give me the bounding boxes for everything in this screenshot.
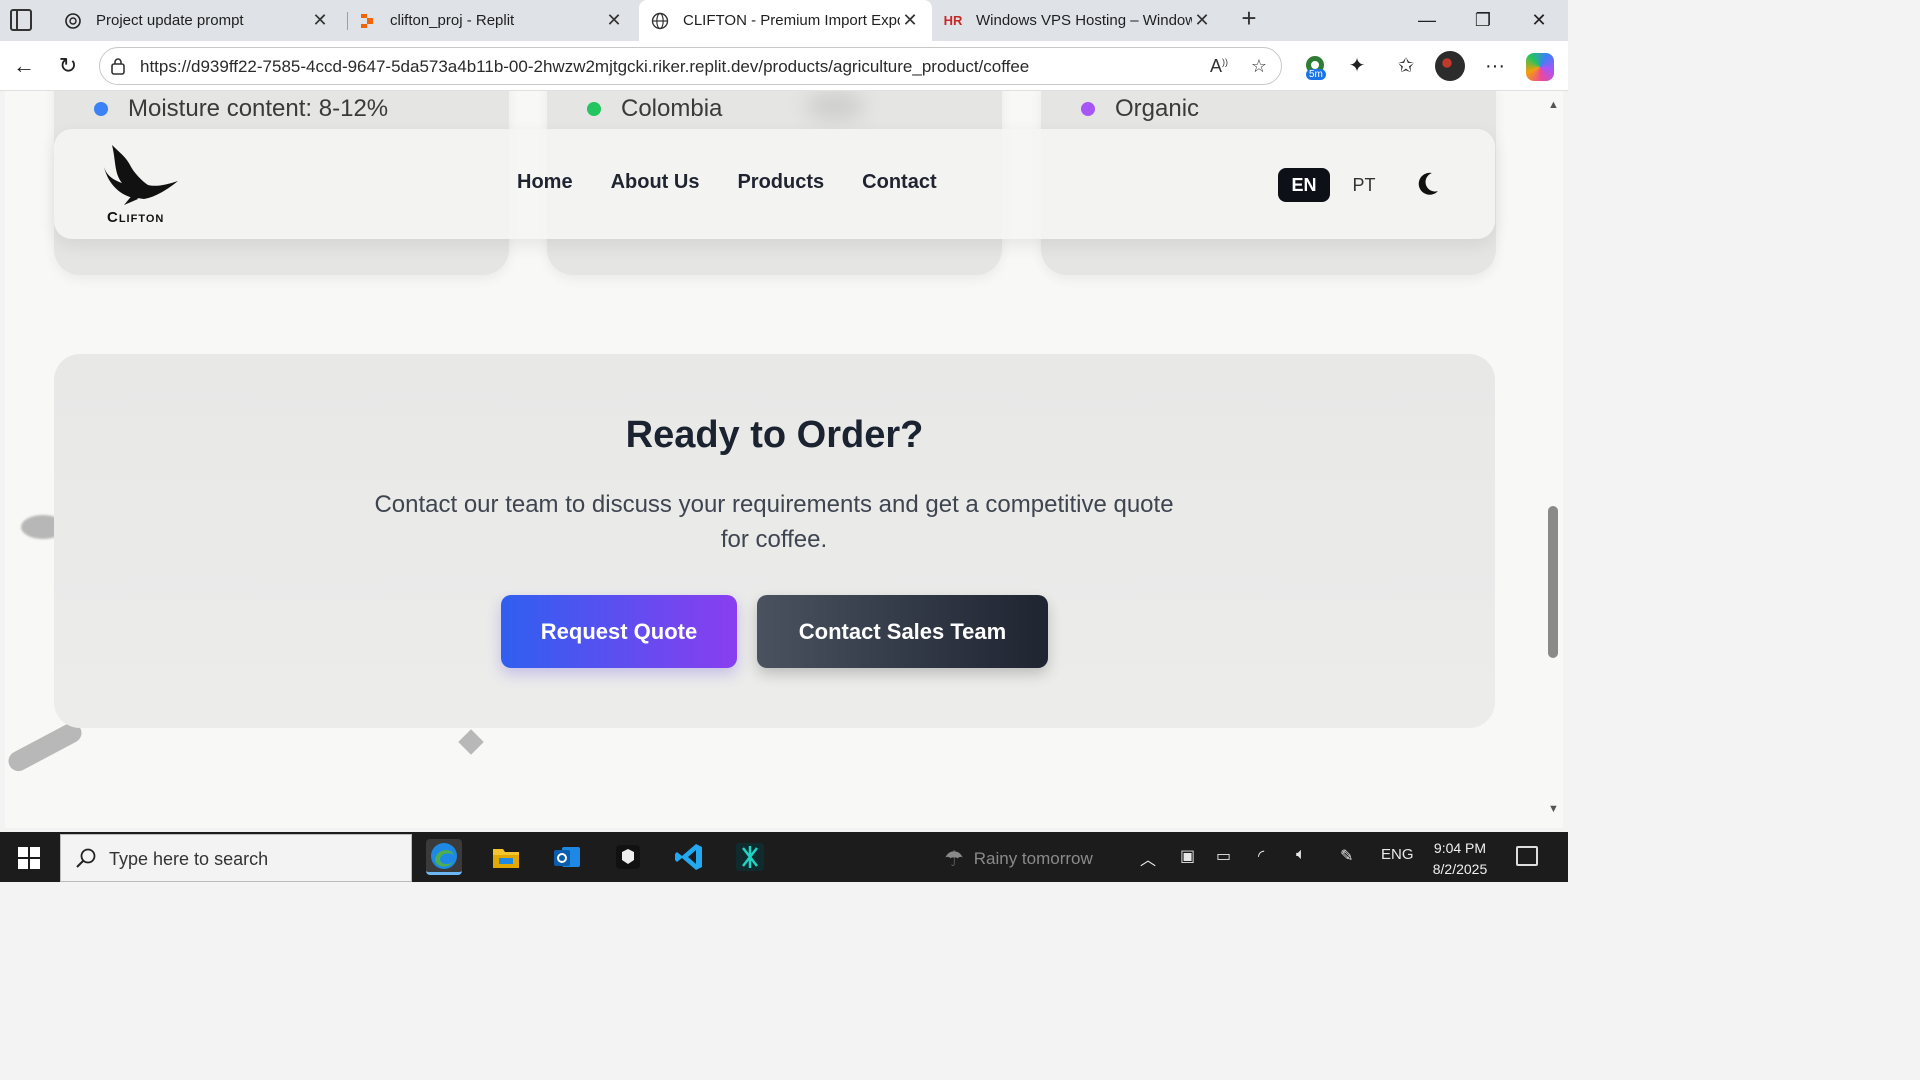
page-content: Moisture content: 8-12% Colombia Organic… (5, 91, 1545, 828)
hr-icon: HR (943, 13, 963, 28)
globe-icon (651, 12, 669, 30)
close-window-icon[interactable]: ✕ (1524, 6, 1554, 34)
contact-sales-button[interactable]: Contact Sales Team (757, 595, 1048, 668)
language-en-button[interactable]: EN (1278, 168, 1330, 202)
extension-badge: 5m (1306, 69, 1326, 80)
close-tab-icon[interactable]: ✕ (1192, 10, 1212, 31)
tab-windows-vps[interactable]: HR Windows VPS Hosting – Windows ✕ (932, 0, 1224, 41)
more-options-icon[interactable]: ··· (1482, 53, 1508, 79)
bullet-dot (94, 102, 108, 116)
windows-taskbar: Type here to search ☂ Rainy tomorrow ︿ ▣… (0, 832, 1568, 882)
scroll-up-icon[interactable]: ▲ (1548, 99, 1559, 111)
cta-description: Contact our team to discuss your require… (374, 491, 1174, 553)
wifi-icon[interactable]: ◜ (1258, 846, 1264, 866)
copilot-icon[interactable] (1526, 53, 1554, 81)
meet-now-icon[interactable]: ▣ (1180, 846, 1195, 866)
decorative-shape (458, 729, 484, 755)
outlook-icon[interactable] (549, 839, 585, 875)
favorites-icon[interactable]: ✩ (1393, 53, 1419, 79)
umbrella-rain-icon: ☂ (944, 846, 964, 871)
search-placeholder: Type here to search (109, 849, 269, 869)
site-navbar: Clifton Home About Us Products Contact E… (54, 129, 1495, 239)
bullet-dot (1081, 102, 1095, 116)
profile-avatar[interactable] (1435, 51, 1465, 81)
show-hidden-icons[interactable]: ︿ (1140, 846, 1156, 870)
page-scrollbar[interactable]: ▲ ▼ (1545, 91, 1563, 828)
weather-text: Rainy tomorrow (973, 849, 1093, 868)
tab-title: Project update prompt (96, 12, 244, 29)
vscode-icon[interactable] (671, 839, 707, 875)
close-tab-icon[interactable]: ✕ (310, 10, 330, 31)
clock-date: 8/2/2025 (1432, 861, 1488, 877)
clock-time: 9:04 PM (1433, 840, 1487, 856)
close-tab-icon[interactable]: ✕ (900, 10, 920, 31)
feature-item: Organic (1081, 95, 1199, 123)
tab-title: clifton_proj - Replit (390, 12, 515, 29)
edge-app-icon[interactable] (426, 839, 462, 875)
app-icon[interactable] (732, 839, 768, 875)
decorative-shape (5, 719, 86, 775)
pen-icon[interactable]: ✎ (1340, 846, 1353, 866)
tab-title: Windows VPS Hosting – Windows (976, 12, 1192, 29)
search-icon (76, 848, 96, 868)
cta-heading: Ready to Order? (625, 414, 924, 456)
close-tab-icon[interactable]: ✕ (604, 10, 624, 31)
back-icon[interactable]: ← (11, 53, 37, 79)
weather-widget[interactable]: ☂ Rainy tomorrow (944, 846, 1093, 872)
windows-start-icon[interactable] (18, 847, 40, 869)
input-language[interactable]: ENG (1381, 846, 1414, 863)
tab-replit[interactable]: clifton_proj - Replit ✕ (346, 0, 636, 41)
feature-text: Moisture content: 8-12% (128, 95, 389, 122)
volume-icon[interactable]: 🔈︎ (1296, 846, 1306, 864)
nav-products[interactable]: Products (737, 171, 824, 194)
taskbar-search-box[interactable]: Type here to search (60, 834, 412, 882)
replit-icon (358, 12, 376, 30)
read-aloud-icon[interactable]: A)) (1208, 56, 1230, 78)
nav-contact[interactable]: Contact (862, 171, 936, 194)
system-clock[interactable]: 9:04 PM 8/2/2025 (1418, 838, 1502, 880)
nav-about-us[interactable]: About Us (611, 171, 700, 194)
moon-icon[interactable] (1414, 169, 1442, 199)
feature-item: Colombia (587, 95, 722, 123)
favorite-star-icon[interactable]: ☆ (1248, 56, 1270, 78)
tab-actions-icon[interactable] (10, 9, 32, 31)
new-tab-icon[interactable]: + (1236, 5, 1262, 32)
scroll-down-icon[interactable]: ▼ (1548, 803, 1559, 815)
language-pt-button[interactable]: PT (1344, 168, 1384, 202)
feature-text: Organic (1115, 95, 1200, 122)
battery-icon[interactable]: ▭ (1216, 846, 1231, 866)
bullet-dot (587, 102, 601, 116)
extensions-puzzle-icon[interactable]: ✦ (1344, 53, 1370, 79)
request-quote-button[interactable]: Request Quote (501, 595, 737, 668)
logo-wordmark: Clifton (107, 209, 165, 226)
nav-home[interactable]: Home (517, 171, 573, 194)
refresh-icon[interactable]: ↻ (55, 53, 81, 79)
terminal-app-icon[interactable] (610, 839, 646, 875)
scroll-thumb[interactable] (1548, 506, 1558, 658)
main-menu: Home About Us Products Contact (517, 171, 937, 194)
file-explorer-icon[interactable] (488, 839, 524, 875)
decorative-blob (805, 91, 865, 121)
cta-section: Ready to Order? Contact our team to disc… (54, 354, 1495, 728)
lock-icon[interactable] (110, 57, 126, 75)
url-text[interactable]: https://d939ff22-7585-4ccd-9647-5da573a4… (140, 57, 1029, 77)
minimize-icon[interactable]: — (1412, 6, 1442, 34)
browser-tab-strip: Project update prompt ✕ clifton_proj - R… (0, 0, 1568, 41)
restore-icon[interactable]: ❐ (1468, 6, 1498, 34)
chatgpt-icon (64, 12, 82, 30)
feature-text: Colombia (621, 95, 723, 122)
tab-title: CLIFTON - Premium Import Expor (683, 12, 900, 29)
tab-project-update[interactable]: Project update prompt ✕ (52, 0, 342, 41)
tab-clifton[interactable]: CLIFTON - Premium Import Expor ✕ (639, 0, 932, 41)
feature-item: Moisture content: 8-12% (94, 95, 388, 123)
notifications-icon[interactable] (1516, 846, 1538, 866)
browser-toolbar: ← ↻ https://d939ff22-7585-4ccd-9647-5da5… (0, 41, 1568, 91)
address-bar[interactable]: https://d939ff22-7585-4ccd-9647-5da573a4… (99, 47, 1282, 85)
